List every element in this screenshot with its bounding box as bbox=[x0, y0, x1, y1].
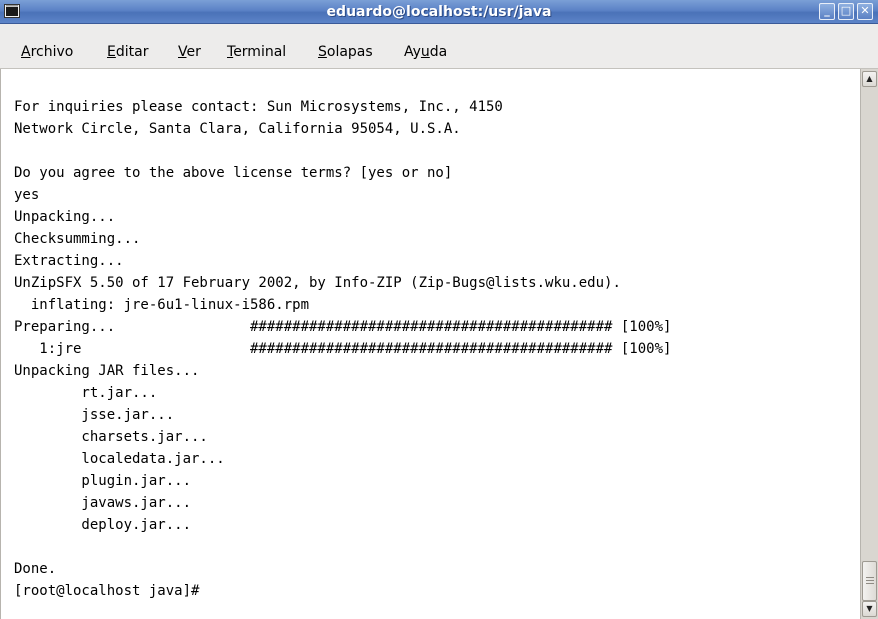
terminal-line: 1:jre ##################################… bbox=[14, 341, 672, 357]
terminal-output[interactable]: For inquiries please contact: Sun Micros… bbox=[0, 69, 860, 619]
terminal-line: plugin.jar... bbox=[14, 473, 192, 489]
terminal-line: javaws.jar... bbox=[14, 495, 192, 511]
scroll-thumb[interactable] bbox=[862, 561, 877, 601]
close-icon: ✕ bbox=[860, 4, 870, 17]
terminal-prompt: [root@localhost java]# bbox=[14, 583, 200, 599]
terminal-line: UnZipSFX 5.50 of 17 February 2002, by In… bbox=[14, 275, 621, 291]
terminal-line: localedata.jar... bbox=[14, 451, 225, 467]
scroll-up-button[interactable]: ▲ bbox=[862, 71, 877, 87]
terminal-line: yes bbox=[14, 187, 40, 203]
terminal-line: Checksumming... bbox=[14, 231, 141, 247]
terminal-line: For inquiries please contact: Sun Micros… bbox=[14, 99, 503, 115]
terminal-line: Unpacking JAR files... bbox=[14, 363, 200, 379]
grip-line bbox=[866, 580, 874, 581]
chevron-up-icon: ▲ bbox=[866, 74, 873, 83]
scroll-down-button[interactable]: ▼ bbox=[862, 601, 877, 617]
menu-terminal[interactable]: Terminal bbox=[227, 44, 286, 61]
menu-editar[interactable]: Editar bbox=[107, 44, 148, 61]
terminal-line: Extracting... bbox=[14, 253, 124, 269]
maximize-icon: □ bbox=[840, 4, 852, 17]
terminal-line: inflating: jre-6u1-linux-i586.rpm bbox=[14, 297, 310, 313]
grip-line bbox=[866, 583, 874, 584]
grip-line bbox=[866, 577, 874, 578]
close-button[interactable]: ✕ bbox=[857, 3, 873, 20]
menu-ver[interactable]: Ver bbox=[178, 44, 201, 61]
menu-ayuda[interactable]: Ayuda bbox=[404, 44, 447, 61]
terminal-line: jsse.jar... bbox=[14, 407, 175, 423]
terminal-line: rt.jar... bbox=[14, 385, 158, 401]
chevron-down-icon: ▼ bbox=[866, 604, 873, 613]
window-title: eduardo@localhost:/usr/java bbox=[326, 4, 552, 20]
menu-bar: Archivo Editar Ver Terminal Solapas Ayud… bbox=[0, 24, 878, 69]
terminal-line: Do you agree to the above license terms?… bbox=[14, 165, 453, 181]
menu-solapas[interactable]: Solapas bbox=[318, 44, 373, 61]
terminal-line: Unpacking... bbox=[14, 209, 116, 225]
terminal-window: eduardo@localhost:/usr/java _ □ ✕ Archiv… bbox=[0, 0, 878, 619]
terminal-line: Preparing... ###########################… bbox=[14, 319, 672, 335]
minimize-icon: _ bbox=[824, 4, 830, 17]
maximize-button[interactable]: □ bbox=[838, 3, 854, 20]
terminal-line: Done. bbox=[14, 561, 57, 577]
menu-archivo[interactable]: Archivo bbox=[21, 44, 73, 61]
terminal-line: charsets.jar... bbox=[14, 429, 208, 445]
title-bar[interactable]: eduardo@localhost:/usr/java _ □ ✕ bbox=[0, 0, 878, 24]
vertical-scrollbar[interactable]: ▲ ▼ bbox=[860, 69, 878, 619]
terminal-line: deploy.jar... bbox=[14, 517, 192, 533]
minimize-button[interactable]: _ bbox=[819, 3, 835, 20]
terminal-line: Network Circle, Santa Clara, California … bbox=[14, 121, 461, 137]
